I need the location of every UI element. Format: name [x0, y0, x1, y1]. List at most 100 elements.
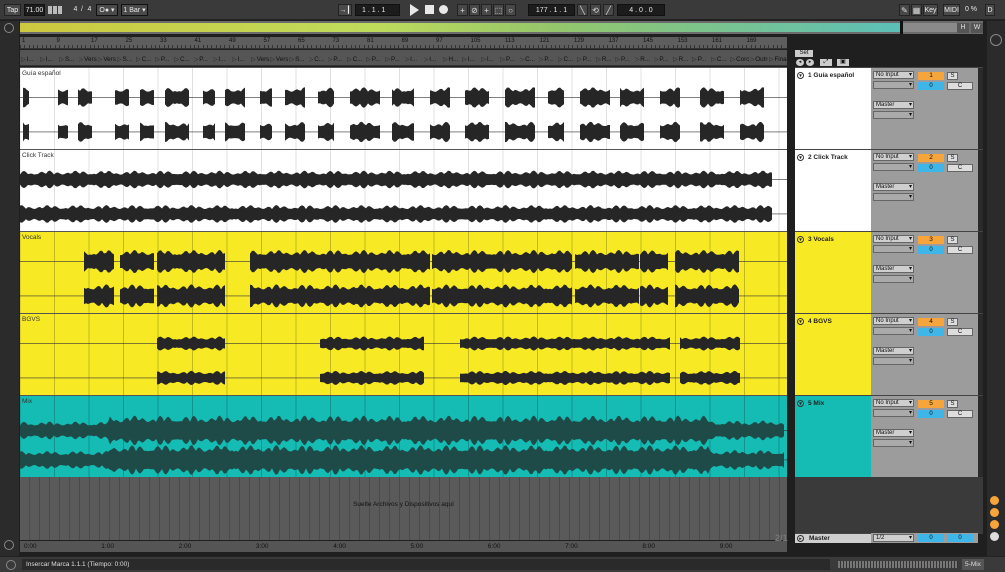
input-type-select[interactable]: No Input: [873, 317, 914, 325]
mixer-toggle-icon[interactable]: [990, 34, 1002, 46]
output-type-select[interactable]: Master: [873, 101, 914, 109]
master-volume[interactable]: 0: [918, 534, 944, 542]
locator-marker[interactable]: Final: [769, 55, 787, 64]
track-activator[interactable]: 1: [918, 72, 944, 80]
sends-toggle-icon[interactable]: ▣: [837, 59, 849, 66]
solo-button[interactable]: S: [947, 318, 958, 326]
midi-map-button[interactable]: MIDI: [943, 4, 960, 16]
solo-button[interactable]: S: [947, 72, 958, 80]
track-header[interactable]: ▾ 4 BGVS: [795, 313, 871, 395]
track-header[interactable]: ▾ 3 Vocals: [795, 231, 871, 313]
tap-tempo-button[interactable]: Tap: [4, 4, 21, 16]
locator-marker[interactable]: P...: [385, 55, 403, 64]
time-sig-denominator[interactable]: 4: [85, 4, 94, 16]
locator-marker[interactable]: H...: [443, 55, 461, 64]
output-type-select[interactable]: Master: [873, 183, 914, 191]
input-type-select[interactable]: No Input: [873, 235, 914, 243]
capture-icon[interactable]: ⬚: [493, 4, 504, 16]
key-map-button[interactable]: Key: [923, 4, 938, 16]
overdub-icon[interactable]: +: [457, 4, 468, 16]
output-channel-select[interactable]: [873, 111, 914, 119]
automation-arm-icon[interactable]: ⊘: [469, 4, 480, 16]
master-output-select[interactable]: 1/2: [873, 534, 914, 542]
width-button[interactable]: W: [971, 23, 983, 33]
output-channel-select[interactable]: [873, 357, 914, 365]
solo-button[interactable]: S: [947, 236, 958, 244]
input-channel-select[interactable]: [873, 245, 914, 253]
solo-button[interactable]: S: [947, 154, 958, 162]
cue-button[interactable]: C: [947, 410, 973, 418]
arrangement-position[interactable]: 1 . 1 . 1: [355, 4, 400, 16]
locator-marker[interactable]: I...: [21, 55, 39, 64]
master-out-icon[interactable]: [990, 508, 999, 517]
locator-marker[interactable]: I...: [405, 55, 423, 64]
locator-marker[interactable]: P...: [155, 55, 173, 64]
track-lane[interactable]: BGVS: [20, 313, 787, 395]
returns-icon[interactable]: [990, 532, 999, 541]
locator-marker[interactable]: P...: [654, 55, 672, 64]
output-type-select[interactable]: Master: [873, 265, 914, 273]
time-sig-numerator[interactable]: 4: [71, 4, 80, 16]
locator-marker[interactable]: Verso: [79, 55, 97, 64]
locator-marker[interactable]: I...: [462, 55, 480, 64]
time-ruler[interactable]: 0:00 1:00 2:00 3:00 4:00 5:00 6:00 7:00 8:00 9:00: [20, 541, 787, 552]
locator-marker[interactable]: R...: [635, 55, 653, 64]
fold-icon[interactable]: ▾: [797, 72, 804, 79]
output-channel-select[interactable]: [873, 193, 914, 201]
input-channel-select[interactable]: [873, 409, 914, 417]
master-track-header[interactable]: ▸ Master: [795, 533, 871, 543]
beat-time-ruler[interactable]: 1 9 17 25 33 41 49 57 65 73 81 89 97 105 113 121 129 137 1…: [20, 37, 787, 49]
next-locator-icon[interactable]: ▸: [806, 59, 814, 66]
track-activator[interactable]: 4: [918, 318, 944, 326]
volume-field[interactable]: 0: [918, 164, 944, 172]
master-pan[interactable]: 0: [947, 534, 973, 542]
loop-length-field[interactable]: 4 . 0 . 0: [617, 4, 665, 16]
locator-marker[interactable]: I...: [213, 55, 231, 64]
locator-marker[interactable]: Verso: [251, 55, 270, 64]
locator-marker[interactable]: S...: [117, 55, 135, 64]
volume-field[interactable]: 0: [918, 246, 944, 254]
locator-marker[interactable]: C...: [520, 55, 538, 64]
locator-marker[interactable]: C...: [558, 55, 576, 64]
tempo-nudge[interactable]: [48, 6, 62, 14]
output-type-select[interactable]: Master: [873, 429, 914, 437]
locator-marker[interactable]: Verso: [270, 55, 289, 64]
locator-marker[interactable]: Outro: [750, 55, 768, 64]
track-title[interactable]: ▾ 2 Click Track: [797, 154, 848, 161]
input-type-select[interactable]: No Input: [873, 153, 914, 161]
locator-marker[interactable]: P...: [539, 55, 557, 64]
locator-marker[interactable]: C...: [136, 55, 154, 64]
track-lane[interactable]: Click Track: [20, 149, 787, 231]
follow-button[interactable]: →┃: [338, 4, 352, 16]
track-activator[interactable]: 3: [918, 236, 944, 244]
arrangement-overview[interactable]: [20, 21, 983, 34]
solo-button[interactable]: S: [947, 400, 958, 408]
locator-marker[interactable]: I...: [232, 55, 250, 64]
input-channel-select[interactable]: [873, 327, 914, 335]
track-lane[interactable]: Mix: [20, 395, 787, 477]
fold-icon[interactable]: ▾: [797, 400, 804, 407]
track-title[interactable]: ▾ 3 Vocals: [797, 236, 834, 243]
locator-marker[interactable]: P...: [692, 55, 710, 64]
tempo-field[interactable]: 71.00: [24, 4, 45, 16]
locator-marker[interactable]: P...: [577, 55, 595, 64]
input-type-select[interactable]: No Input: [873, 399, 914, 407]
locator-marker[interactable]: Verso: [98, 55, 116, 64]
draw-mode-icon[interactable]: ✎: [899, 4, 910, 16]
input-channel-select[interactable]: [873, 163, 914, 171]
loop-start-field[interactable]: 177 . 1 . 1: [528, 4, 575, 16]
punch-out-icon[interactable]: ╱: [603, 4, 614, 16]
drop-zone[interactable]: Suelte Archivos y Dispositivos aquí: [20, 477, 787, 540]
cue-button[interactable]: C: [947, 328, 973, 336]
track-title[interactable]: ▾ 4 BGVS: [797, 318, 832, 325]
locator-marker[interactable]: C...: [711, 55, 729, 64]
info-toggle-icon[interactable]: [4, 540, 14, 550]
punch-in-icon[interactable]: ╲: [577, 4, 588, 16]
locator-marker[interactable]: P...: [366, 55, 384, 64]
volume-field[interactable]: 0: [918, 82, 944, 90]
cue-button[interactable]: C: [947, 164, 973, 172]
locator-marker[interactable]: S...: [59, 55, 77, 64]
io-toggle-icon[interactable]: ⤢: [820, 59, 832, 66]
set-locator-button[interactable]: Set: [795, 50, 813, 57]
track-activator[interactable]: 5: [918, 400, 944, 408]
